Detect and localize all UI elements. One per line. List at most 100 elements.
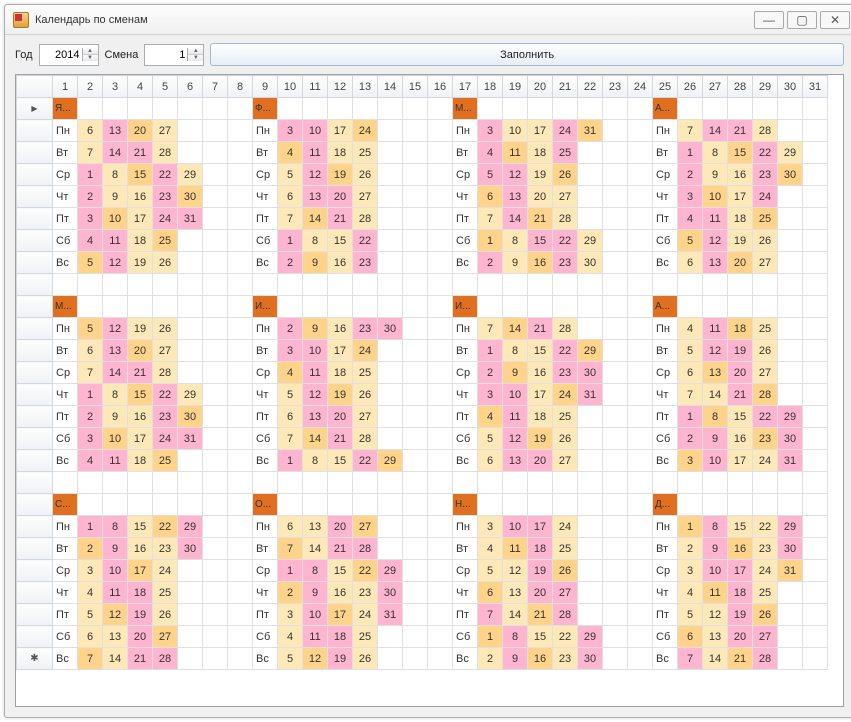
day-cell[interactable]: 26 [553, 164, 578, 186]
day-cell[interactable]: 22 [753, 406, 778, 428]
cell[interactable] [678, 472, 703, 494]
day-cell[interactable]: 7 [478, 208, 503, 230]
day-cell[interactable]: 7 [78, 648, 103, 670]
cell[interactable] [228, 428, 253, 450]
day-cell[interactable]: 3 [478, 120, 503, 142]
day-cell[interactable]: 6 [478, 186, 503, 208]
day-cell[interactable]: 15 [728, 142, 753, 164]
cell[interactable] [778, 494, 803, 516]
row-header[interactable] [17, 626, 53, 648]
cell[interactable] [753, 472, 778, 494]
cell[interactable] [578, 406, 603, 428]
cell[interactable] [603, 230, 628, 252]
day-cell[interactable]: 22 [553, 340, 578, 362]
day-cell[interactable]: 19 [528, 428, 553, 450]
cell[interactable] [403, 604, 428, 626]
day-cell[interactable]: 23 [353, 252, 378, 274]
day-cell[interactable]: 23 [553, 362, 578, 384]
weekday-label[interactable]: Вс [453, 252, 478, 274]
cell[interactable] [628, 494, 653, 516]
day-cell[interactable]: 7 [478, 318, 503, 340]
day-cell[interactable]: 14 [703, 120, 728, 142]
day-cell[interactable]: 4 [678, 208, 703, 230]
cell[interactable] [378, 472, 403, 494]
cell[interactable] [178, 230, 203, 252]
cell[interactable] [403, 516, 428, 538]
cell[interactable] [428, 318, 453, 340]
weekday-label[interactable]: Пт [53, 406, 78, 428]
day-cell[interactable]: 26 [753, 340, 778, 362]
cell[interactable] [803, 516, 828, 538]
cell[interactable] [153, 274, 178, 296]
day-cell[interactable]: 27 [153, 120, 178, 142]
day-cell[interactable]: 12 [703, 230, 728, 252]
cell[interactable] [603, 516, 628, 538]
cell[interactable] [428, 274, 453, 296]
cell[interactable] [203, 208, 228, 230]
cell[interactable] [628, 98, 653, 120]
day-cell[interactable]: 12 [503, 560, 528, 582]
cell[interactable] [403, 450, 428, 472]
day-cell[interactable]: 26 [753, 230, 778, 252]
cell[interactable] [628, 164, 653, 186]
weekday-label[interactable]: Пт [253, 604, 278, 626]
cell[interactable] [378, 186, 403, 208]
cell[interactable] [628, 428, 653, 450]
day-cell[interactable]: 14 [703, 648, 728, 670]
weekday-label[interactable]: Сб [453, 626, 478, 648]
day-cell[interactable]: 7 [278, 538, 303, 560]
row-header[interactable] [17, 296, 53, 318]
fill-button[interactable]: Заполнить [210, 43, 844, 66]
day-cell[interactable]: 2 [478, 252, 503, 274]
cell[interactable] [228, 252, 253, 274]
day-cell[interactable]: 6 [478, 450, 503, 472]
weekday-label[interactable]: Ср [253, 560, 278, 582]
weekday-label[interactable]: Вт [53, 142, 78, 164]
day-cell[interactable]: 14 [303, 428, 328, 450]
cell[interactable] [428, 384, 453, 406]
day-cell[interactable]: 3 [78, 560, 103, 582]
cell[interactable] [628, 340, 653, 362]
cell[interactable] [603, 604, 628, 626]
day-cell[interactable]: 24 [353, 340, 378, 362]
cell[interactable] [178, 582, 203, 604]
day-cell[interactable]: 3 [278, 120, 303, 142]
day-cell[interactable]: 17 [728, 186, 753, 208]
day-cell[interactable]: 23 [753, 428, 778, 450]
day-cell[interactable]: 24 [553, 384, 578, 406]
month-header[interactable]: Н... [453, 494, 478, 516]
day-cell[interactable]: 23 [153, 406, 178, 428]
row-header[interactable] [17, 604, 53, 626]
weekday-label[interactable]: Чт [53, 384, 78, 406]
weekday-label[interactable]: Сб [253, 428, 278, 450]
weekday-label[interactable]: Пт [453, 604, 478, 626]
row-header[interactable] [17, 384, 53, 406]
cell[interactable] [428, 472, 453, 494]
cell[interactable] [103, 494, 128, 516]
row-header[interactable] [17, 560, 53, 582]
cell[interactable] [803, 208, 828, 230]
day-cell[interactable]: 31 [578, 120, 603, 142]
day-cell[interactable]: 19 [128, 318, 153, 340]
maximize-button[interactable]: ▢ [787, 11, 817, 29]
day-cell[interactable]: 13 [303, 516, 328, 538]
day-cell[interactable]: 19 [728, 604, 753, 626]
cell[interactable] [328, 98, 353, 120]
row-header[interactable] [17, 340, 53, 362]
cell[interactable] [628, 472, 653, 494]
cell[interactable] [778, 384, 803, 406]
cell[interactable] [528, 98, 553, 120]
cell[interactable] [203, 428, 228, 450]
day-cell[interactable]: 5 [678, 604, 703, 626]
day-cell[interactable]: 11 [303, 626, 328, 648]
cell[interactable] [153, 98, 178, 120]
cell[interactable] [603, 296, 628, 318]
cell[interactable] [428, 406, 453, 428]
cell[interactable] [428, 98, 453, 120]
day-cell[interactable]: 24 [753, 560, 778, 582]
day-cell[interactable]: 13 [703, 252, 728, 274]
cell[interactable] [578, 472, 603, 494]
weekday-label[interactable]: Вс [653, 450, 678, 472]
day-cell[interactable]: 14 [303, 208, 328, 230]
day-cell[interactable]: 5 [478, 428, 503, 450]
